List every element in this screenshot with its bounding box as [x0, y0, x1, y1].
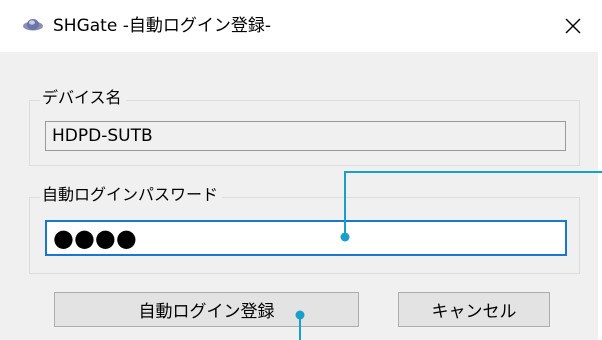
cancel-button[interactable]: キャンセル: [398, 292, 550, 327]
title-bar: SHGate -自動ログイン登録-: [0, 0, 598, 52]
register-button[interactable]: 自動ログイン登録: [54, 292, 359, 327]
device-name-label: デバイス名: [40, 88, 126, 108]
password-callout: [340, 171, 602, 242]
password-label: 自動ログインパスワード: [40, 185, 223, 205]
close-icon: [565, 18, 581, 34]
register-callout: [295, 310, 305, 340]
app-icon: [23, 19, 43, 31]
close-button[interactable]: [548, 0, 598, 52]
password-mask: ●●●●: [53, 224, 137, 252]
device-name-field: HDPD-SUTB: [45, 121, 566, 151]
window-title: SHGate -自動ログイン登録-: [53, 16, 271, 36]
